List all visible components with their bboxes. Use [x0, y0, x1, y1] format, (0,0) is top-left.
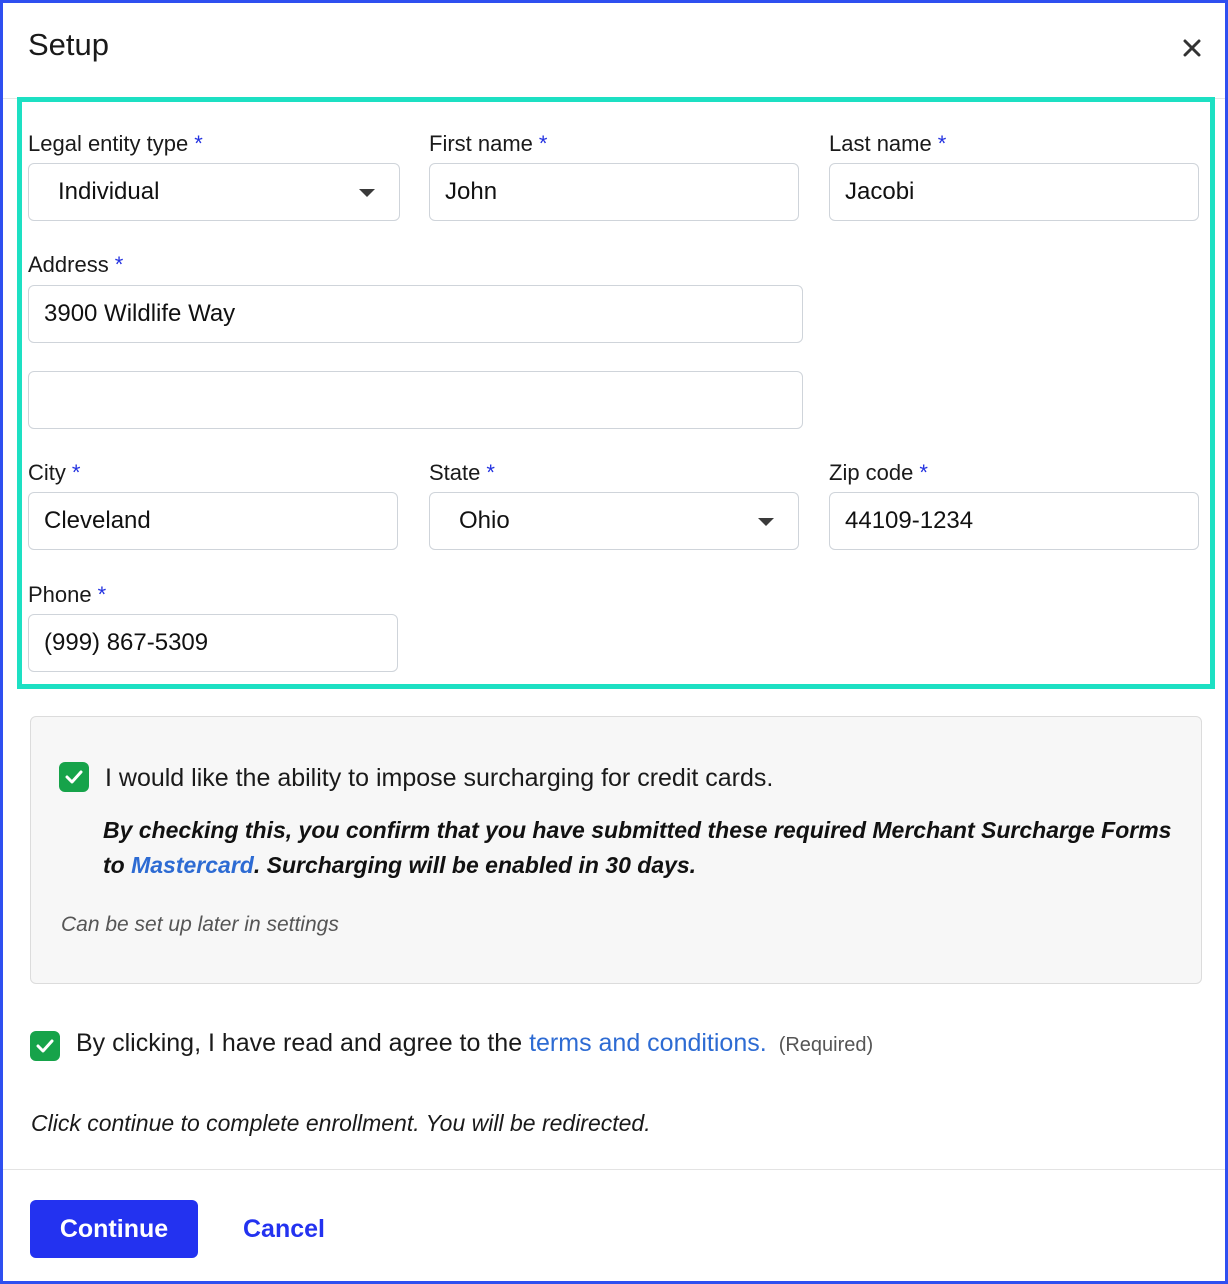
state-value: Ohio	[459, 507, 510, 534]
address-line2-field[interactable]	[28, 371, 803, 429]
checkmark-icon	[65, 770, 83, 784]
phone-field[interactable]: (999) 867-5309	[28, 614, 398, 672]
setup-dialog: Setup Legal entity type * Individual Firs…	[0, 0, 1228, 1284]
close-icon	[1183, 39, 1201, 57]
first-name-field[interactable]: John	[429, 163, 799, 221]
redirect-note: Click continue to complete enrollment. Y…	[31, 1110, 651, 1136]
surcharge-confirmation: By checking this, you confirm that you h…	[103, 817, 1172, 878]
surcharge-panel: I would like the ability to impose surch…	[30, 716, 1202, 984]
surcharge-label: I would like the ability to impose surch…	[105, 764, 774, 792]
state-label: State *	[429, 460, 495, 485]
phone-label: Phone *	[28, 582, 107, 607]
mastercard-link[interactable]: Mastercard	[131, 852, 254, 878]
last-name-label: Last name *	[829, 131, 947, 156]
last-name-value: Jacobi	[845, 178, 915, 205]
footer-divider	[3, 1169, 1225, 1170]
legal-entity-type-select[interactable]: Individual	[28, 163, 400, 221]
city-value: Cleveland	[44, 507, 151, 534]
address-line1-field[interactable]: 3900 Wildlife Way	[28, 285, 803, 343]
dialog-header: Setup	[3, 3, 1225, 99]
phone-value: (999) 867-5309	[44, 629, 209, 656]
address-label: Address *	[28, 252, 124, 277]
chevron-down-icon	[359, 189, 375, 197]
continue-button[interactable]: Continue	[30, 1200, 198, 1258]
checkmark-icon	[36, 1039, 54, 1053]
first-name-label: First name *	[429, 131, 548, 156]
terms-label: By clicking, I have read and agree to th…	[76, 1029, 874, 1057]
first-name-value: John	[445, 178, 498, 205]
zip-code-field[interactable]: 44109-1234	[829, 492, 1199, 550]
legal-entity-type-label: Legal entity type *	[28, 131, 203, 156]
cancel-button[interactable]: Cancel	[225, 1200, 343, 1258]
legal-entity-type-value: Individual	[58, 178, 160, 205]
setup-later-note: Can be set up later in settings	[61, 913, 339, 936]
state-select[interactable]: Ohio	[429, 492, 799, 550]
last-name-field[interactable]: Jacobi	[829, 163, 1199, 221]
chevron-down-icon	[758, 518, 774, 526]
zip-code-value: 44109-1234	[845, 507, 974, 534]
address-line1-value: 3900 Wildlife Way	[44, 300, 236, 327]
city-label: City *	[28, 460, 81, 485]
terms-checkbox[interactable]	[30, 1031, 60, 1061]
city-field[interactable]: Cleveland	[28, 492, 398, 550]
surcharge-checkbox[interactable]	[59, 762, 89, 792]
close-button[interactable]	[1177, 33, 1207, 63]
terms-link[interactable]: terms and conditions.	[529, 1029, 767, 1057]
zip-code-label: Zip code *	[829, 460, 928, 485]
dialog-title: Setup	[28, 27, 110, 62]
required-note: (Required)	[778, 1034, 874, 1056]
